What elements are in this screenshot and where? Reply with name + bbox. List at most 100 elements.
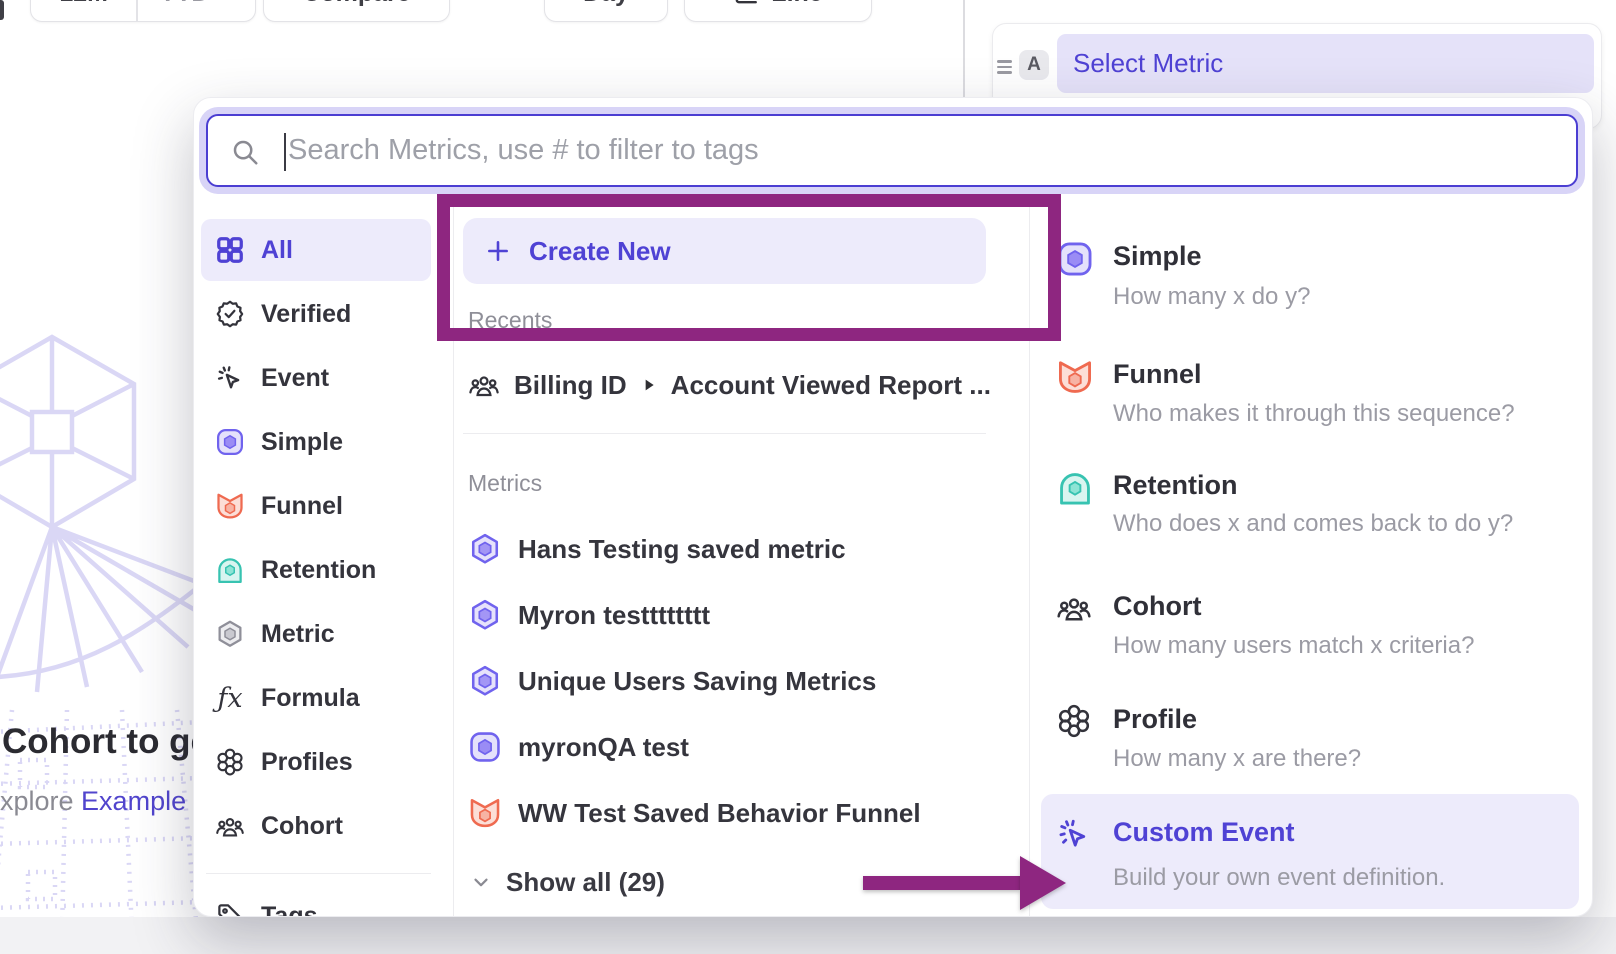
filter-retention[interactable]: Retention: [201, 539, 431, 601]
filter-all[interactable]: All: [201, 219, 431, 281]
filter-label: Event: [261, 364, 329, 393]
filter-label: Tags: [261, 902, 318, 918]
filter-metric[interactable]: Metric: [201, 603, 431, 665]
chart-type-line-button[interactable]: Line: [684, 0, 872, 22]
funnel-icon: [468, 796, 502, 830]
simple-metric-icon[interactable]: [1056, 240, 1094, 278]
filter-label: Metric: [261, 620, 335, 649]
empty-state-subtext: xplore Example: [0, 786, 186, 817]
recent-item-primary: Billing ID: [514, 370, 627, 401]
range-ytd-label: YTD: [159, 0, 209, 8]
metric-list-label: Hans Testing saved metric: [518, 534, 846, 565]
line-chart-icon: [733, 0, 759, 6]
recent-item[interactable]: Billing ID Account Viewed Report ...: [468, 362, 991, 408]
cohort-people-icon: [468, 369, 500, 401]
metric-list-item[interactable]: WW Test Saved Behavior Funnel: [468, 790, 921, 836]
filter-event[interactable]: Event: [201, 347, 431, 409]
saved-metric-hexagon-icon: [468, 532, 502, 566]
metric-list-label: myronQA test: [518, 732, 689, 763]
chart-type-label: Line: [771, 0, 822, 8]
filter-label: All: [261, 236, 293, 265]
tag-icon: [215, 901, 245, 917]
range-ytd-button[interactable]: YTD: [138, 0, 255, 8]
funnel-icon[interactable]: [1056, 358, 1094, 396]
type-retention-desc: Who does x and comes back to do y?: [1113, 510, 1513, 538]
cohort-people-icon: [215, 811, 245, 841]
interval-label: Day: [583, 0, 629, 8]
type-retention[interactable]: Retention: [1113, 470, 1238, 501]
compare-button[interactable]: Compare: [263, 0, 450, 22]
metric-list-item[interactable]: Hans Testing saved metric: [468, 526, 846, 572]
profiles-cluster-icon[interactable]: [1056, 703, 1092, 739]
select-metric-button[interactable]: Select Metric: [1057, 34, 1594, 93]
type-funnel-desc: Who makes it through this sequence?: [1113, 400, 1515, 428]
search-input[interactable]: [208, 116, 1576, 185]
filter-label: Funnel: [261, 492, 343, 521]
retention-icon: [215, 555, 245, 585]
type-profile-desc: How many x are there?: [1113, 745, 1361, 773]
filter-verified[interactable]: Verified: [201, 283, 431, 345]
formula-fx-icon: ƒx: [215, 683, 245, 714]
interval-day-button[interactable]: Day: [544, 0, 668, 22]
retention-icon[interactable]: [1056, 469, 1094, 507]
sidebar-divider: [206, 873, 431, 874]
simple-metric-icon: [215, 427, 245, 457]
type-custom-event[interactable]: Custom Event: [1113, 817, 1295, 848]
caret-right-icon: [641, 377, 657, 393]
chevron-down-icon: [215, 0, 233, 2]
filter-cohort[interactable]: Cohort: [201, 795, 431, 857]
section-divider: [463, 433, 986, 434]
filter-label: Cohort: [261, 812, 343, 841]
decorative-wireframe-illustration: [0, 332, 202, 932]
example-reports-link[interactable]: Example: [81, 786, 186, 816]
type-cohort[interactable]: Cohort: [1113, 591, 1201, 622]
recent-item-secondary: Account Viewed Report ...: [671, 370, 991, 401]
metric-list-label: WW Test Saved Behavior Funnel: [518, 798, 921, 829]
saved-metric-hexagon-icon: [468, 664, 502, 698]
empty-state-headline: Cohort to ge: [2, 722, 210, 762]
show-all-toggle[interactable]: Show all (29): [470, 859, 665, 905]
filter-label: Simple: [261, 428, 343, 457]
drag-handle-icon[interactable]: [997, 57, 1012, 77]
filter-label: Retention: [261, 556, 376, 585]
filter-profiles[interactable]: Profiles: [201, 731, 431, 793]
annotation-rectangle: [437, 194, 1061, 341]
search-box: [206, 114, 1578, 187]
type-simple[interactable]: Simple: [1113, 241, 1202, 272]
filter-label: Formula: [261, 684, 360, 713]
metric-list-item[interactable]: Unique Users Saving Metrics: [468, 658, 876, 704]
metric-list-label: Myron testttttttt: [518, 600, 710, 631]
filter-funnel[interactable]: Funnel: [201, 475, 431, 537]
event-spark-icon[interactable]: [1056, 816, 1092, 852]
simple-metric-icon: [468, 730, 502, 764]
filter-label: Verified: [261, 300, 351, 329]
range-12m-button[interactable]: 12M: [31, 0, 136, 8]
metric-list-item[interactable]: myronQA test: [468, 724, 689, 770]
type-custom-event-desc: Build your own event definition.: [1113, 864, 1445, 892]
event-spark-icon: [215, 363, 245, 393]
compare-label: Compare: [302, 0, 410, 8]
metric-list-item[interactable]: Myron testttttttt: [468, 592, 710, 638]
metric-list-label: Unique Users Saving Metrics: [518, 666, 876, 697]
type-funnel[interactable]: Funnel: [1113, 359, 1202, 390]
app-footer-strip: [0, 917, 1616, 954]
panel-divider: [963, 0, 965, 97]
cohort-people-icon[interactable]: [1056, 590, 1092, 626]
date-range-segmented-control[interactable]: 12M YTD: [30, 0, 256, 22]
verified-badge-icon: [215, 299, 245, 329]
metric-hexagon-icon: [215, 619, 245, 649]
filter-tags[interactable]: Tags: [201, 885, 431, 917]
funnel-icon: [215, 491, 245, 521]
filter-formula[interactable]: ƒx Formula: [201, 667, 431, 729]
saved-metric-hexagon-icon: [468, 598, 502, 632]
chevron-down-icon: [470, 871, 492, 893]
clipped-icon-fragment: [0, 0, 4, 20]
row-letter-badge: A: [1019, 50, 1049, 80]
grid-icon: [215, 235, 245, 265]
annotation-arrow-shaft: [863, 876, 1020, 890]
annotation-arrow-head: [1020, 856, 1066, 910]
subtext-fragment: xplore: [0, 786, 81, 816]
type-cohort-desc: How many users match x criteria?: [1113, 632, 1474, 660]
type-profile[interactable]: Profile: [1113, 704, 1197, 735]
filter-simple[interactable]: Simple: [201, 411, 431, 473]
